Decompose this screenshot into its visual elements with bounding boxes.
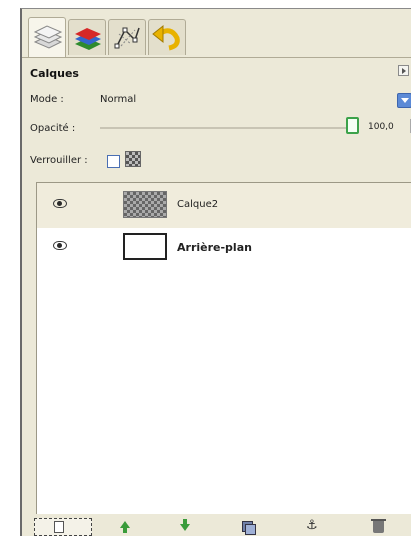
anchor-icon: ⚓ (306, 518, 318, 533)
undo-icon (152, 24, 180, 51)
layers-icon (33, 25, 63, 49)
layer-row-calque2[interactable]: Calque2 (37, 183, 411, 228)
layer-thumbnail (123, 191, 167, 218)
tab-channels[interactable] (68, 19, 106, 55)
opacity-slider-handle[interactable] (346, 117, 359, 134)
dock-tabs (28, 17, 408, 57)
opacity-slider[interactable] (100, 127, 350, 129)
layers-list: Calque2 Arrière-plan (36, 182, 411, 514)
mode-label: Mode : (30, 94, 64, 105)
lower-layer-button[interactable] (174, 518, 196, 536)
lock-label: Verrouiller : (30, 155, 88, 166)
mode-dropdown[interactable] (92, 89, 411, 109)
eye-icon[interactable] (53, 199, 67, 208)
channels-icon (75, 28, 101, 50)
arrow-up-stem (123, 528, 127, 533)
arrow-down-icon (180, 524, 190, 531)
delete-layer-button[interactable] (368, 518, 390, 536)
mode-value: Normal (100, 94, 137, 105)
layer-row-arriere-plan[interactable]: Arrière-plan (37, 225, 411, 270)
tab-undo-history[interactable] (148, 19, 186, 55)
eye-icon[interactable] (53, 241, 67, 250)
raise-layer-button[interactable] (114, 518, 136, 536)
trash-icon (371, 519, 386, 533)
layer-name[interactable]: Arrière-plan (177, 241, 252, 254)
layer-name[interactable]: Calque2 (177, 199, 218, 210)
new-layer-button[interactable] (34, 518, 92, 536)
paths-icon (114, 27, 140, 49)
lock-alpha-icon[interactable] (125, 151, 141, 167)
duplicate-layer-button[interactable] (237, 518, 259, 536)
tab-divider (22, 57, 411, 58)
panel-title: Calques (30, 67, 79, 80)
lock-pixels-checkbox[interactable] (107, 155, 120, 168)
opacity-label: Opacité : (30, 123, 76, 134)
chevron-down-icon[interactable] (397, 93, 411, 108)
arrow-up-icon (120, 521, 130, 528)
tab-layers[interactable] (28, 17, 66, 57)
tab-paths[interactable] (108, 19, 146, 55)
new-layer-icon (54, 521, 64, 533)
opacity-value[interactable]: 100,0 (368, 122, 394, 132)
duplicate-icon-front (245, 524, 256, 535)
layer-toolbar: ⚓ (22, 514, 411, 537)
anchor-layer-button[interactable]: ⚓ (302, 518, 324, 536)
layers-dock: Calques Mode : Normal Opacité : 100,0 Ve… (20, 8, 411, 536)
layer-thumbnail (123, 233, 167, 260)
panel-menu-icon[interactable] (398, 65, 409, 76)
